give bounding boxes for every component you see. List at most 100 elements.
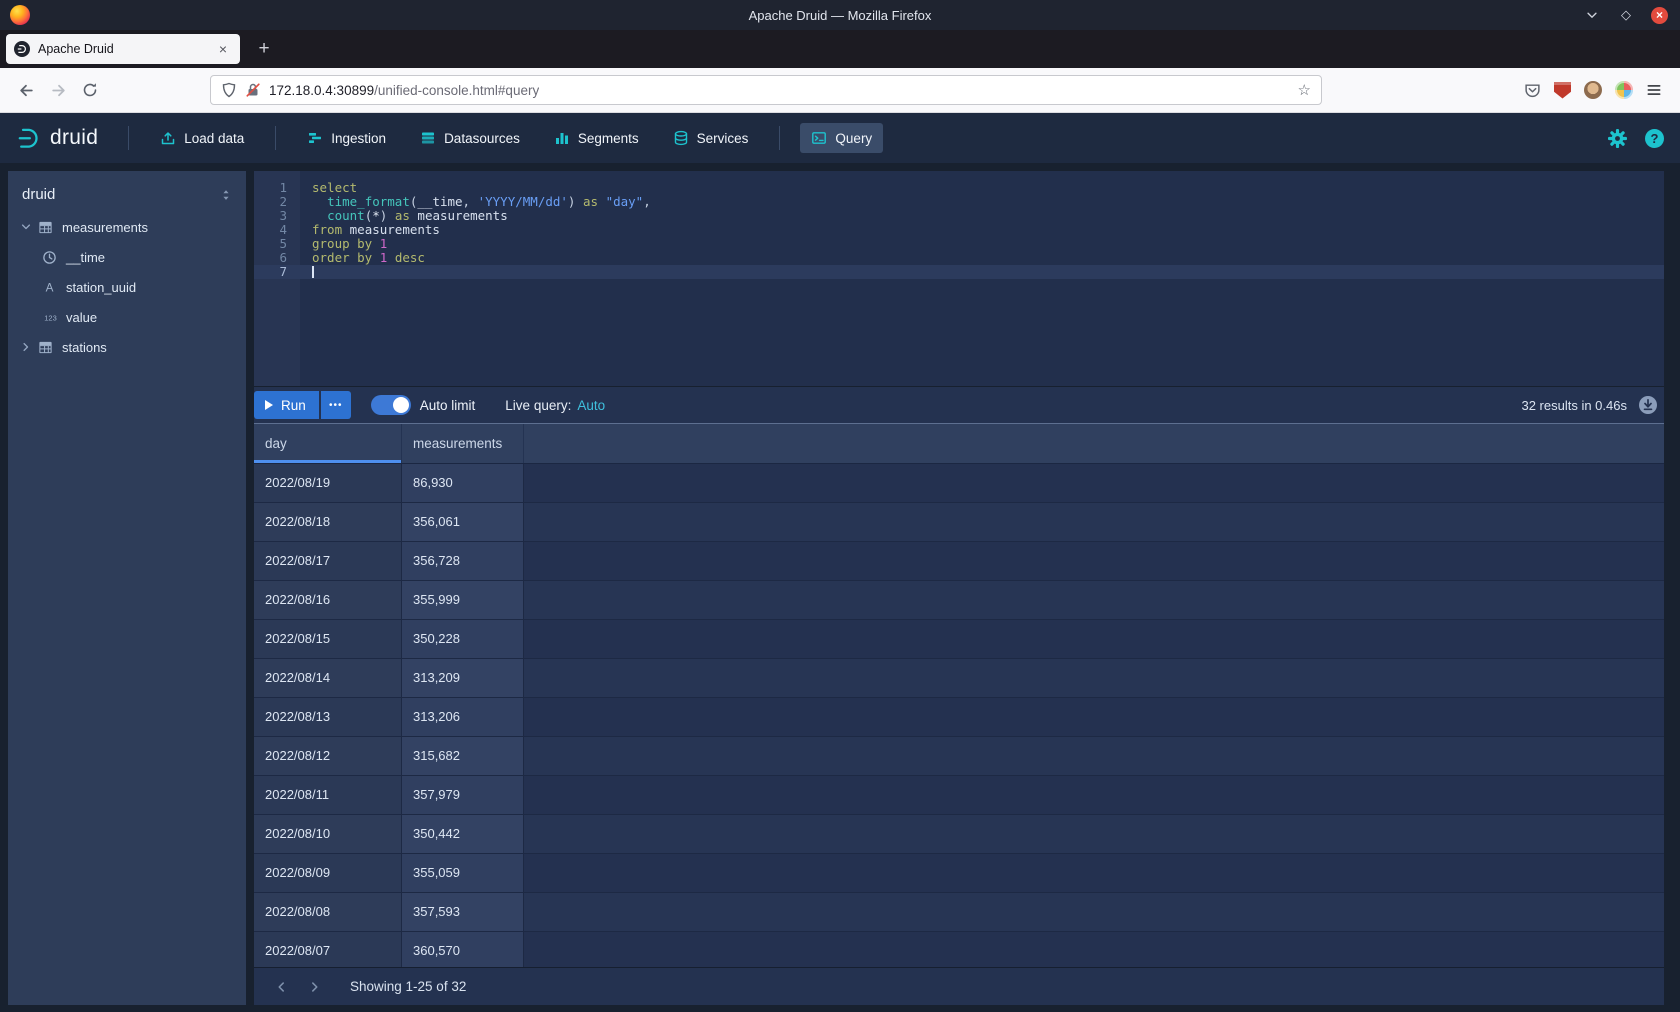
window-controls: ◇ × xyxy=(1583,6,1668,24)
row-filler xyxy=(524,464,1664,503)
live-query-value[interactable]: Auto xyxy=(577,398,605,413)
table-row: 2022/08/08357,593 xyxy=(254,893,1664,932)
reload-icon[interactable] xyxy=(74,75,106,105)
cell-measurements[interactable]: 86,930 xyxy=(402,464,524,503)
cell-day[interactable]: 2022/08/16 xyxy=(254,581,402,620)
cell-day[interactable]: 2022/08/11 xyxy=(254,776,402,815)
new-tab-button[interactable]: + xyxy=(250,35,278,63)
row-filler xyxy=(524,776,1664,815)
forward-icon[interactable] xyxy=(42,75,74,105)
code-line[interactable]: 7 xyxy=(254,265,1664,279)
tracking-protection-shield-icon[interactable] xyxy=(221,82,237,98)
help-icon[interactable]: ? xyxy=(1645,129,1664,148)
gear-icon[interactable] xyxy=(1608,129,1627,148)
code-line[interactable]: 6order by 1 desc xyxy=(254,251,1664,265)
cell-day[interactable]: 2022/08/09 xyxy=(254,854,402,893)
cell-day[interactable]: 2022/08/17 xyxy=(254,542,402,581)
tree-item-measurements[interactable]: measurements xyxy=(8,212,246,242)
tree-item-label: station_uuid xyxy=(66,280,136,295)
auto-limit-toggle[interactable] xyxy=(371,395,411,415)
cell-measurements[interactable]: 350,228 xyxy=(402,620,524,659)
download-icon[interactable] xyxy=(1638,395,1658,415)
window-close-button[interactable]: × xyxy=(1651,7,1668,24)
cell-measurements[interactable]: 350,442 xyxy=(402,815,524,854)
nav-ingestion[interactable]: Ingestion xyxy=(296,123,397,153)
cell-day[interactable]: 2022/08/13 xyxy=(254,698,402,737)
ublock-extension-icon[interactable] xyxy=(1554,82,1571,99)
nav-datasources[interactable]: Datasources xyxy=(409,123,531,153)
cell-day[interactable]: 2022/08/14 xyxy=(254,659,402,698)
cell-day[interactable]: 2022/08/19 xyxy=(254,464,402,503)
cell-measurements[interactable]: 355,999 xyxy=(402,581,524,620)
page-next-icon[interactable] xyxy=(302,974,328,1000)
browser-tab[interactable]: Apache Druid × xyxy=(6,34,240,64)
cell-day[interactable]: 2022/08/10 xyxy=(254,815,402,854)
back-icon[interactable] xyxy=(10,75,42,105)
bookmark-star-icon[interactable]: ☆ xyxy=(1298,81,1311,99)
pocket-icon[interactable] xyxy=(1524,82,1541,99)
sql-editor[interactable]: 1select2 time_format(__time, 'YYYY/MM/dd… xyxy=(254,171,1664,386)
menu-icon[interactable] xyxy=(1646,82,1662,98)
tree-item-value[interactable]: 123 value xyxy=(8,302,246,332)
clock-icon xyxy=(42,250,64,265)
line-number: 2 xyxy=(254,195,300,209)
cell-day[interactable]: 2022/08/07 xyxy=(254,932,402,967)
table-row: 2022/08/11357,979 xyxy=(254,776,1664,815)
table-row: 2022/08/13313,206 xyxy=(254,698,1664,737)
cell-measurements[interactable]: 313,206 xyxy=(402,698,524,737)
tree-item-station-uuid[interactable]: A station_uuid xyxy=(8,272,246,302)
cell-measurements[interactable]: 356,728 xyxy=(402,542,524,581)
row-filler xyxy=(524,503,1664,542)
avatar-extension-icon[interactable] xyxy=(1584,81,1602,99)
nav-query[interactable]: Query xyxy=(800,123,883,153)
row-filler xyxy=(524,620,1664,659)
cell-measurements[interactable]: 356,061 xyxy=(402,503,524,542)
chevron-right-icon[interactable] xyxy=(20,341,38,353)
double-caret-vertical-icon[interactable] xyxy=(219,187,233,203)
tab-close-icon[interactable]: × xyxy=(214,40,232,58)
code-line[interactable]: 2 time_format(__time, 'YYYY/MM/dd') as "… xyxy=(254,195,1664,209)
run-more-button[interactable]: ••• xyxy=(321,391,351,419)
cell-day[interactable]: 2022/08/15 xyxy=(254,620,402,659)
run-bar-right: 32 results in 0.46s xyxy=(1521,395,1664,415)
code-line[interactable]: 4from measurements xyxy=(254,223,1664,237)
divider xyxy=(275,126,276,150)
code-line[interactable]: 5group by 1 xyxy=(254,237,1664,251)
cell-measurements[interactable]: 313,209 xyxy=(402,659,524,698)
line-number: 3 xyxy=(254,209,300,223)
code-line[interactable]: 3 count(*) as measurements xyxy=(254,209,1664,223)
numerical-icon: 123 xyxy=(42,310,64,325)
insecure-lock-icon[interactable] xyxy=(245,82,261,98)
nav-services[interactable]: Services xyxy=(662,123,760,153)
cell-day[interactable]: 2022/08/18 xyxy=(254,503,402,542)
tree-item-time[interactable]: __time xyxy=(8,242,246,272)
pinwheel-extension-icon[interactable] xyxy=(1615,81,1633,99)
column-header-measurements[interactable]: measurements xyxy=(402,424,524,463)
toggle-knob xyxy=(393,397,409,413)
row-filler xyxy=(524,698,1664,737)
druid-logo[interactable]: druid xyxy=(16,125,98,151)
nav-load-data[interactable]: Load data xyxy=(149,123,255,153)
tree-item-stations[interactable]: stations xyxy=(8,332,246,362)
cell-measurements[interactable]: 360,570 xyxy=(402,932,524,967)
window-maximize-icon[interactable]: ◇ xyxy=(1617,6,1635,24)
column-header-day[interactable]: day xyxy=(254,424,402,463)
cell-measurements[interactable]: 357,593 xyxy=(402,893,524,932)
run-button[interactable]: Run xyxy=(254,391,319,419)
line-number: 7 xyxy=(254,265,300,279)
code-line[interactable]: 1select xyxy=(254,181,1664,195)
window-minimize-icon[interactable] xyxy=(1583,6,1601,24)
code-text: time_format(__time, 'YYYY/MM/dd') as "da… xyxy=(312,195,651,209)
cell-day[interactable]: 2022/08/08 xyxy=(254,893,402,932)
url-bar[interactable]: 172.18.0.4:30899/unified-console.html#qu… xyxy=(210,75,1322,105)
cell-measurements[interactable]: 355,059 xyxy=(402,854,524,893)
tree-item-label: measurements xyxy=(62,220,148,235)
page-previous-icon[interactable] xyxy=(268,974,294,1000)
chevron-down-icon[interactable] xyxy=(20,221,38,233)
nav-segments[interactable]: Segments xyxy=(543,123,650,153)
cell-measurements[interactable]: 357,979 xyxy=(402,776,524,815)
cell-day[interactable]: 2022/08/12 xyxy=(254,737,402,776)
cell-measurements[interactable]: 315,682 xyxy=(402,737,524,776)
query-pane: 1select2 time_format(__time, 'YYYY/MM/dd… xyxy=(254,171,1664,1005)
console-main: druid measurements __time A station_uuid xyxy=(0,163,1680,1012)
